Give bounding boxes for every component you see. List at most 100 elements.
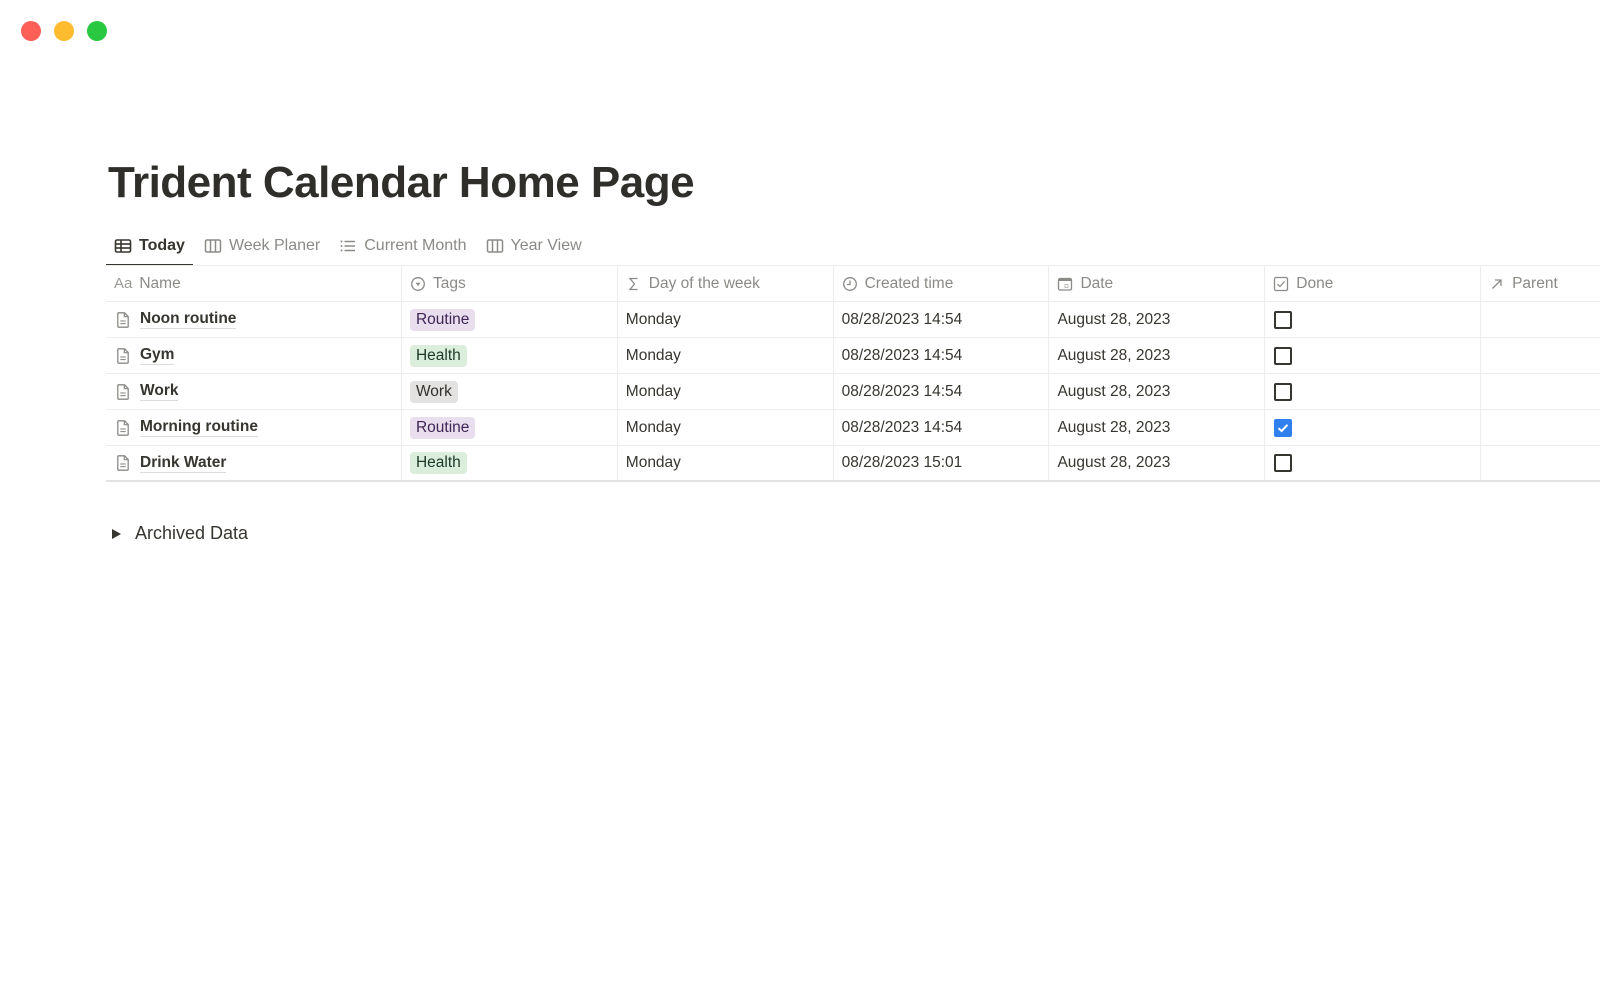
cell-created-time: 08/28/2023 14:54 xyxy=(834,302,1050,337)
column-header-created-time[interactable]: Created time xyxy=(834,266,1050,301)
done-checkbox[interactable] xyxy=(1274,418,1293,437)
column-label: Tags xyxy=(432,274,466,292)
cell-tags[interactable]: Routine xyxy=(402,410,618,445)
checkbox-icon xyxy=(1274,276,1289,291)
column-header-name[interactable]: Aa Name xyxy=(106,266,402,301)
row-title-link[interactable]: Drink Water xyxy=(140,454,227,473)
tab-label: Current Month xyxy=(364,237,467,254)
done-checkbox[interactable] xyxy=(1274,346,1293,365)
database-table: Aa Name Tags Day of the week Created tim… xyxy=(106,265,1600,482)
row-title-link[interactable]: Work xyxy=(140,382,179,401)
cell-tags[interactable]: Work xyxy=(402,374,618,409)
tab-current-month[interactable]: Current Month xyxy=(331,228,474,264)
cell-tags[interactable]: Routine xyxy=(402,302,618,337)
tag-badge: Health xyxy=(409,452,467,474)
page-document-icon xyxy=(117,419,129,436)
cell-day-of-week: Monday xyxy=(618,338,834,373)
formula-sigma-icon xyxy=(628,277,638,290)
cell-parent[interactable] xyxy=(1481,302,1600,337)
table-row: Drink Water Health Monday 08/28/2023 15:01 A… xyxy=(106,446,1600,482)
tab-label: Today xyxy=(139,237,185,254)
cell-date[interactable]: August 28, 2023 xyxy=(1049,338,1266,373)
column-label: Name xyxy=(139,274,181,292)
cell-day-of-week: Monday xyxy=(618,374,834,409)
cell-parent[interactable] xyxy=(1481,410,1600,445)
board-icon xyxy=(486,239,503,253)
tag-badge: Work xyxy=(409,380,458,403)
archived-data-toggle[interactable]: Archived Data xyxy=(112,523,248,544)
cell-done xyxy=(1265,410,1482,445)
list-icon xyxy=(340,240,356,252)
cell-day-of-week: Monday xyxy=(618,446,834,480)
tab-today[interactable]: Today xyxy=(106,228,193,266)
cell-name[interactable]: Morning routine xyxy=(106,410,402,445)
column-header-day-of-week[interactable]: Day of the week xyxy=(618,266,834,301)
page-document-icon xyxy=(117,383,129,400)
cell-name[interactable]: Work xyxy=(106,374,402,409)
cell-created-time: 08/28/2023 14:54 xyxy=(834,374,1050,409)
column-header-parent[interactable]: Parent xyxy=(1481,266,1600,301)
row-title-link[interactable]: Morning routine xyxy=(140,418,258,437)
table-icon xyxy=(114,239,132,253)
checkmark-icon xyxy=(1278,423,1289,432)
tab-week-planer[interactable]: Week Planer xyxy=(196,228,328,264)
cell-done xyxy=(1265,374,1482,409)
tag-badge: Health xyxy=(409,344,467,367)
table-row: Work Work Monday 08/28/2023 14:54 August 28,… xyxy=(106,374,1600,410)
cell-done xyxy=(1265,338,1482,373)
column-label: Day of the week xyxy=(648,274,760,292)
cell-day-of-week: Monday xyxy=(618,302,834,337)
tag-badge: Routine xyxy=(409,308,476,331)
cell-parent[interactable] xyxy=(1481,374,1600,409)
page-document-icon xyxy=(117,311,129,328)
done-checkbox[interactable] xyxy=(1274,310,1293,329)
text-aa-icon: Aa xyxy=(114,275,133,292)
cell-date[interactable]: August 28, 2023 xyxy=(1049,374,1266,409)
cell-done xyxy=(1265,446,1482,480)
column-header-done[interactable]: Done xyxy=(1265,266,1482,301)
cell-name[interactable]: Drink Water xyxy=(106,446,402,480)
column-label: Created time xyxy=(864,274,954,292)
done-checkbox[interactable] xyxy=(1274,454,1293,472)
row-title-link[interactable]: Noon routine xyxy=(140,310,237,329)
cell-name[interactable]: Gym xyxy=(106,338,402,373)
row-title-link[interactable]: Gym xyxy=(140,346,175,365)
cell-created-time: 08/28/2023 15:01 xyxy=(834,446,1050,480)
tag-badge: Routine xyxy=(409,416,476,439)
cell-tags[interactable]: Health xyxy=(402,446,618,480)
cell-done xyxy=(1265,302,1482,337)
cell-parent[interactable] xyxy=(1481,338,1600,373)
column-label: Date xyxy=(1080,274,1114,292)
minimize-window-button[interactable] xyxy=(54,21,74,41)
triangle-right-icon xyxy=(112,528,121,539)
done-checkbox[interactable] xyxy=(1274,382,1293,401)
cell-day-of-week: Monday xyxy=(618,410,834,445)
cell-tags[interactable]: Health xyxy=(402,338,618,373)
table-header-row: Aa Name Tags Day of the week Created tim… xyxy=(106,266,1600,302)
tab-label: Year View xyxy=(510,237,582,254)
cell-date[interactable]: August 28, 2023 xyxy=(1049,302,1266,337)
table-row: Morning routine Routine Monday 08/28/2023 1… xyxy=(106,410,1600,446)
window-controls xyxy=(21,21,107,41)
board-icon xyxy=(204,239,222,253)
cell-name[interactable]: Noon routine xyxy=(106,302,402,337)
relation-arrow-icon xyxy=(1492,278,1502,289)
cell-created-time: 08/28/2023 14:54 xyxy=(834,410,1050,445)
column-header-date[interactable]: Date xyxy=(1049,266,1266,301)
archived-data-label: Archived Data xyxy=(135,523,249,543)
table-body: Noon routine Routine Monday 08/28/2023 14:5… xyxy=(106,302,1600,482)
cell-date[interactable]: August 28, 2023 xyxy=(1049,410,1266,445)
close-window-button[interactable] xyxy=(21,21,41,41)
column-header-tags[interactable]: Tags xyxy=(402,266,618,301)
cell-created-time: 08/28/2023 14:54 xyxy=(834,338,1050,373)
select-icon xyxy=(411,276,425,291)
cell-parent[interactable] xyxy=(1481,446,1600,480)
maximize-window-button[interactable] xyxy=(87,21,107,41)
table-row: Gym Health Monday 08/28/2023 14:54 August 28… xyxy=(106,338,1600,374)
tab-label: Week Planer xyxy=(228,237,321,254)
cell-date[interactable]: August 28, 2023 xyxy=(1049,446,1266,480)
tab-year-view[interactable]: Year View xyxy=(478,228,590,264)
calendar-icon xyxy=(1058,277,1073,291)
table-row: Noon routine Routine Monday 08/28/2023 14:5… xyxy=(106,302,1600,338)
page-title: Trident Calendar Home Page xyxy=(108,158,695,207)
